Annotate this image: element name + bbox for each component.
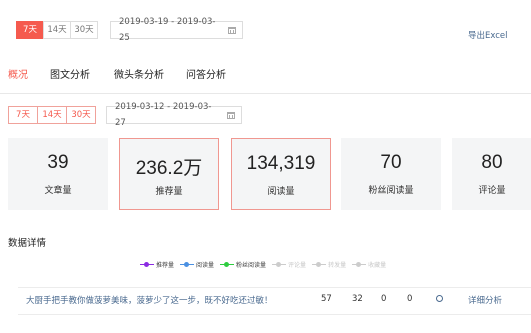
legend-marker-icon bbox=[140, 262, 154, 267]
legend-marker-icon bbox=[180, 262, 195, 267]
range-30d-button[interactable]: 30天 bbox=[70, 21, 98, 39]
stat-label: 评论量 bbox=[478, 186, 506, 196]
row-fan-reads-value: 0 bbox=[381, 294, 387, 304]
tab-qa-analysis[interactable]: 问答分析 bbox=[186, 66, 226, 81]
overview-range-7d-button[interactable]: 7天 bbox=[8, 106, 38, 124]
range-14d-button[interactable]: 14天 bbox=[43, 21, 71, 39]
stat-value: 80 bbox=[481, 152, 503, 173]
row-comments-value: 0 bbox=[407, 294, 413, 304]
stat-value: 39 bbox=[47, 152, 69, 173]
overview-range-selector: 7天 14天 30天 bbox=[8, 106, 96, 124]
tab-article-analysis[interactable]: 图文分析 bbox=[50, 66, 90, 81]
article-title-link[interactable]: 大厨手把手教你做菠萝美味，菠萝少了这一步，既不好吃还过敏！ bbox=[26, 294, 273, 306]
tab-micro-headline-analysis[interactable]: 微头条分析 bbox=[114, 66, 164, 81]
data-details-title: 数据详情 bbox=[8, 238, 47, 249]
stat-label: 推荐量 bbox=[155, 187, 183, 197]
stat-label: 阅读量 bbox=[267, 187, 295, 197]
detail-analysis-link[interactable]: 详细分析 bbox=[468, 294, 502, 306]
legend-label: 转发量 bbox=[328, 262, 347, 269]
legend-label: 收藏量 bbox=[368, 262, 387, 269]
stat-card-fan-reads[interactable]: 70 粉丝阅读量 bbox=[341, 138, 441, 210]
legend-item-favorites[interactable]: 收藏量 bbox=[352, 260, 386, 269]
legend-item-reads[interactable]: 阅读量 bbox=[180, 260, 214, 269]
legend-item-recommend[interactable]: 推荐量 bbox=[140, 260, 174, 269]
table-divider bbox=[18, 287, 531, 288]
legend-item-comments[interactable]: 评论量 bbox=[272, 260, 306, 269]
stat-value: 70 bbox=[380, 152, 402, 173]
range-7d-button[interactable]: 7天 bbox=[16, 21, 44, 39]
export-excel-link[interactable]: 导出Excel bbox=[468, 29, 508, 41]
row-recommend-value: 57 bbox=[321, 294, 332, 304]
legend-label: 评论量 bbox=[288, 262, 307, 269]
stat-card-comments[interactable]: 80 评论量 bbox=[452, 138, 531, 210]
top-range-selector: 7天 14天 30天 bbox=[16, 21, 98, 39]
chart-legend: 推荐量 阅读量 粉丝阅读量 评论量 转发量 收藏量 bbox=[140, 260, 392, 269]
legend-item-fan-reads[interactable]: 粉丝阅读量 bbox=[220, 260, 266, 269]
row-value-icon bbox=[436, 295, 443, 302]
row-reads-value: 32 bbox=[352, 294, 363, 304]
tab-overview[interactable]: 概况 bbox=[8, 66, 28, 81]
overview-date-range-picker[interactable]: 2019-03-12 - 2019-03-27 bbox=[106, 102, 242, 128]
overview-range-14d-button[interactable]: 14天 bbox=[37, 106, 67, 124]
stat-card-reads[interactable]: 134,319 阅读量 bbox=[231, 138, 331, 210]
legend-marker-icon bbox=[272, 262, 287, 267]
stat-label: 粉丝阅读量 bbox=[368, 186, 414, 196]
legend-label: 推荐量 bbox=[156, 262, 175, 269]
stat-label: 文章量 bbox=[44, 186, 72, 196]
circle-icon bbox=[436, 295, 443, 302]
stat-card-recommendations[interactable]: 236.2万 推荐量 bbox=[119, 138, 219, 210]
stat-value: 236.2万 bbox=[135, 158, 203, 179]
legend-item-shares[interactable]: 转发量 bbox=[312, 260, 346, 269]
top-date-range-picker[interactable]: 2019-03-19 - 2019-03-25 bbox=[110, 17, 243, 43]
legend-marker-icon bbox=[312, 262, 327, 267]
legend-label: 阅读量 bbox=[196, 262, 215, 269]
calendar-icon bbox=[228, 26, 236, 34]
table-divider bbox=[18, 314, 531, 315]
table-row: 大厨手把手教你做菠萝美味，菠萝少了这一步，既不好吃还过敏！ 57 32 0 0 … bbox=[0, 294, 531, 306]
overview-date-range-text: 2019-03-12 - 2019-03-27 bbox=[115, 102, 212, 128]
legend-marker-icon bbox=[352, 262, 367, 267]
overview-range-30d-button[interactable]: 30天 bbox=[66, 106, 96, 124]
calendar-icon bbox=[227, 111, 235, 119]
stat-value: 134,319 bbox=[246, 153, 316, 174]
legend-label: 粉丝阅读量 bbox=[236, 262, 267, 269]
top-date-range-text: 2019-03-19 - 2019-03-25 bbox=[119, 17, 216, 43]
stat-card-articles[interactable]: 39 文章量 bbox=[8, 138, 108, 210]
legend-marker-icon bbox=[220, 262, 235, 267]
analysis-tabs: 概况 图文分析 微头条分析 问答分析 bbox=[0, 56, 531, 94]
